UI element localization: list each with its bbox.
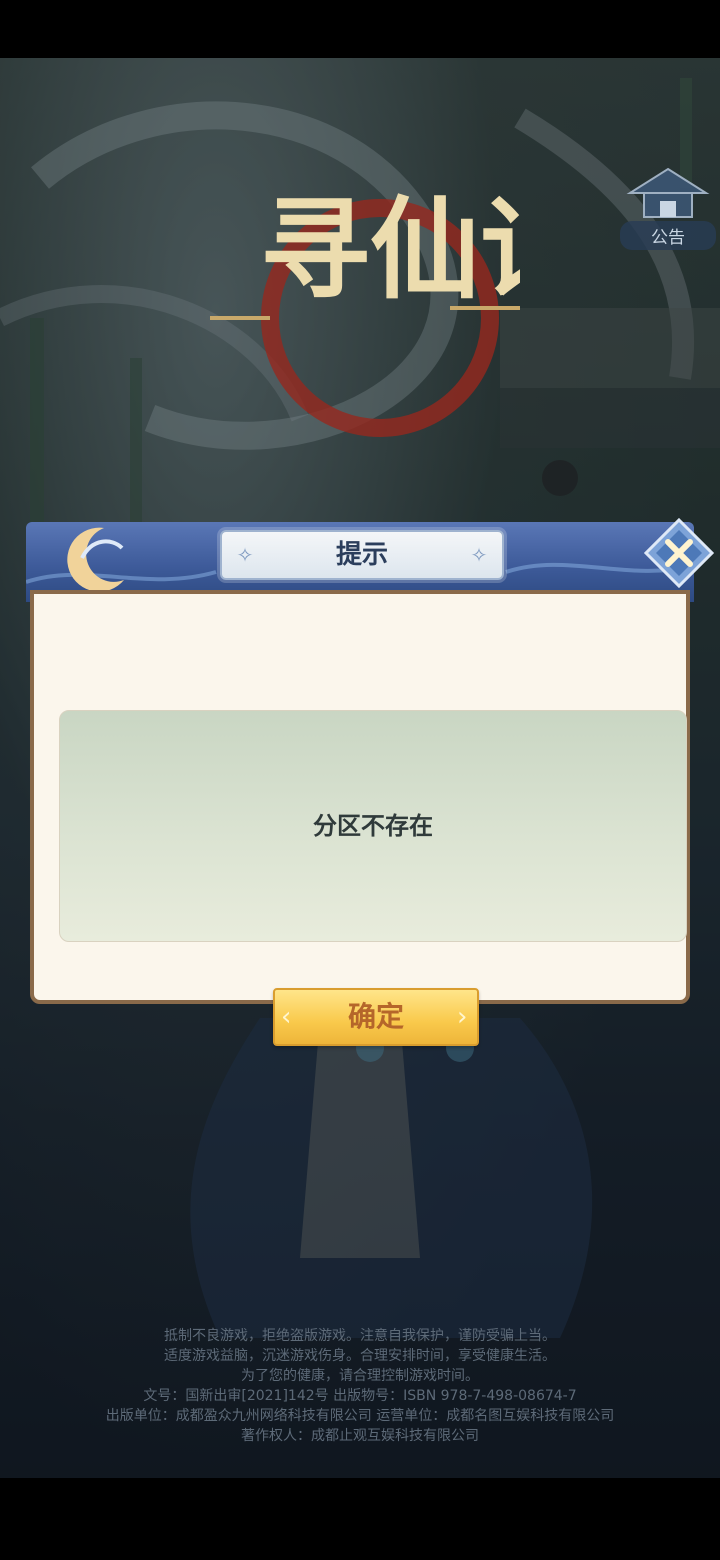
confirm-label: 确定 xyxy=(347,1000,404,1033)
notice-button[interactable]: 公告 xyxy=(620,163,716,253)
navigation-bar xyxy=(0,1478,720,1560)
dialog-title: 提示 xyxy=(335,540,388,570)
game-logo: 寻仙记 xyxy=(210,185,520,437)
dialog-message: 分区不存在 xyxy=(313,812,433,840)
dialog-body: 分区不存在 ‹ 确定 › xyxy=(30,590,690,1046)
house-icon xyxy=(626,167,710,218)
legal-notice: 抵制不良游戏，拒绝盗版游戏。注意自我保护，谨防受骗上当。 适度游戏益脑，沉迷游戏… xyxy=(0,1326,720,1446)
legal-line: 文号：国新出审[2021]142号 出版物号：ISBN 978-7-498-08… xyxy=(143,1388,577,1404)
close-button[interactable] xyxy=(643,517,715,589)
moon-icon xyxy=(67,527,124,592)
legal-line: 抵制不良游戏，拒绝盗版游戏。注意自我保护，谨防受骗上当。 xyxy=(164,1328,556,1344)
legal-line: 适度游戏益脑，沉迷游戏伤身。合理安排时间，享受健康生活。 xyxy=(164,1348,556,1364)
logo-title: 寻仙记 xyxy=(260,185,520,314)
message-panel: 分区不存在 xyxy=(59,710,687,942)
chevron-right-icon: › xyxy=(457,1002,468,1032)
legal-line: 著作权人：成都止观互娱科技有限公司 xyxy=(241,1428,479,1444)
alert-dialog: ✧ 提示 ✧ 分区不存在 ‹ 确定 › xyxy=(22,517,715,1046)
sparkle-icon: ✧ xyxy=(470,543,488,567)
close-icon xyxy=(643,517,715,589)
confirm-button[interactable]: ‹ 确定 › xyxy=(273,988,479,1046)
status-bar xyxy=(0,0,720,58)
legal-line: 为了您的健康，请合理控制游戏时间。 xyxy=(241,1368,479,1384)
dialog-title-plaque: ✧ 提示 ✧ xyxy=(220,530,504,580)
notice-label: 公告 xyxy=(620,221,716,250)
legal-line: 出版单位：成都盈众九州网络科技有限公司 运营单位：成都名图互娱科技有限公司 xyxy=(105,1408,615,1424)
